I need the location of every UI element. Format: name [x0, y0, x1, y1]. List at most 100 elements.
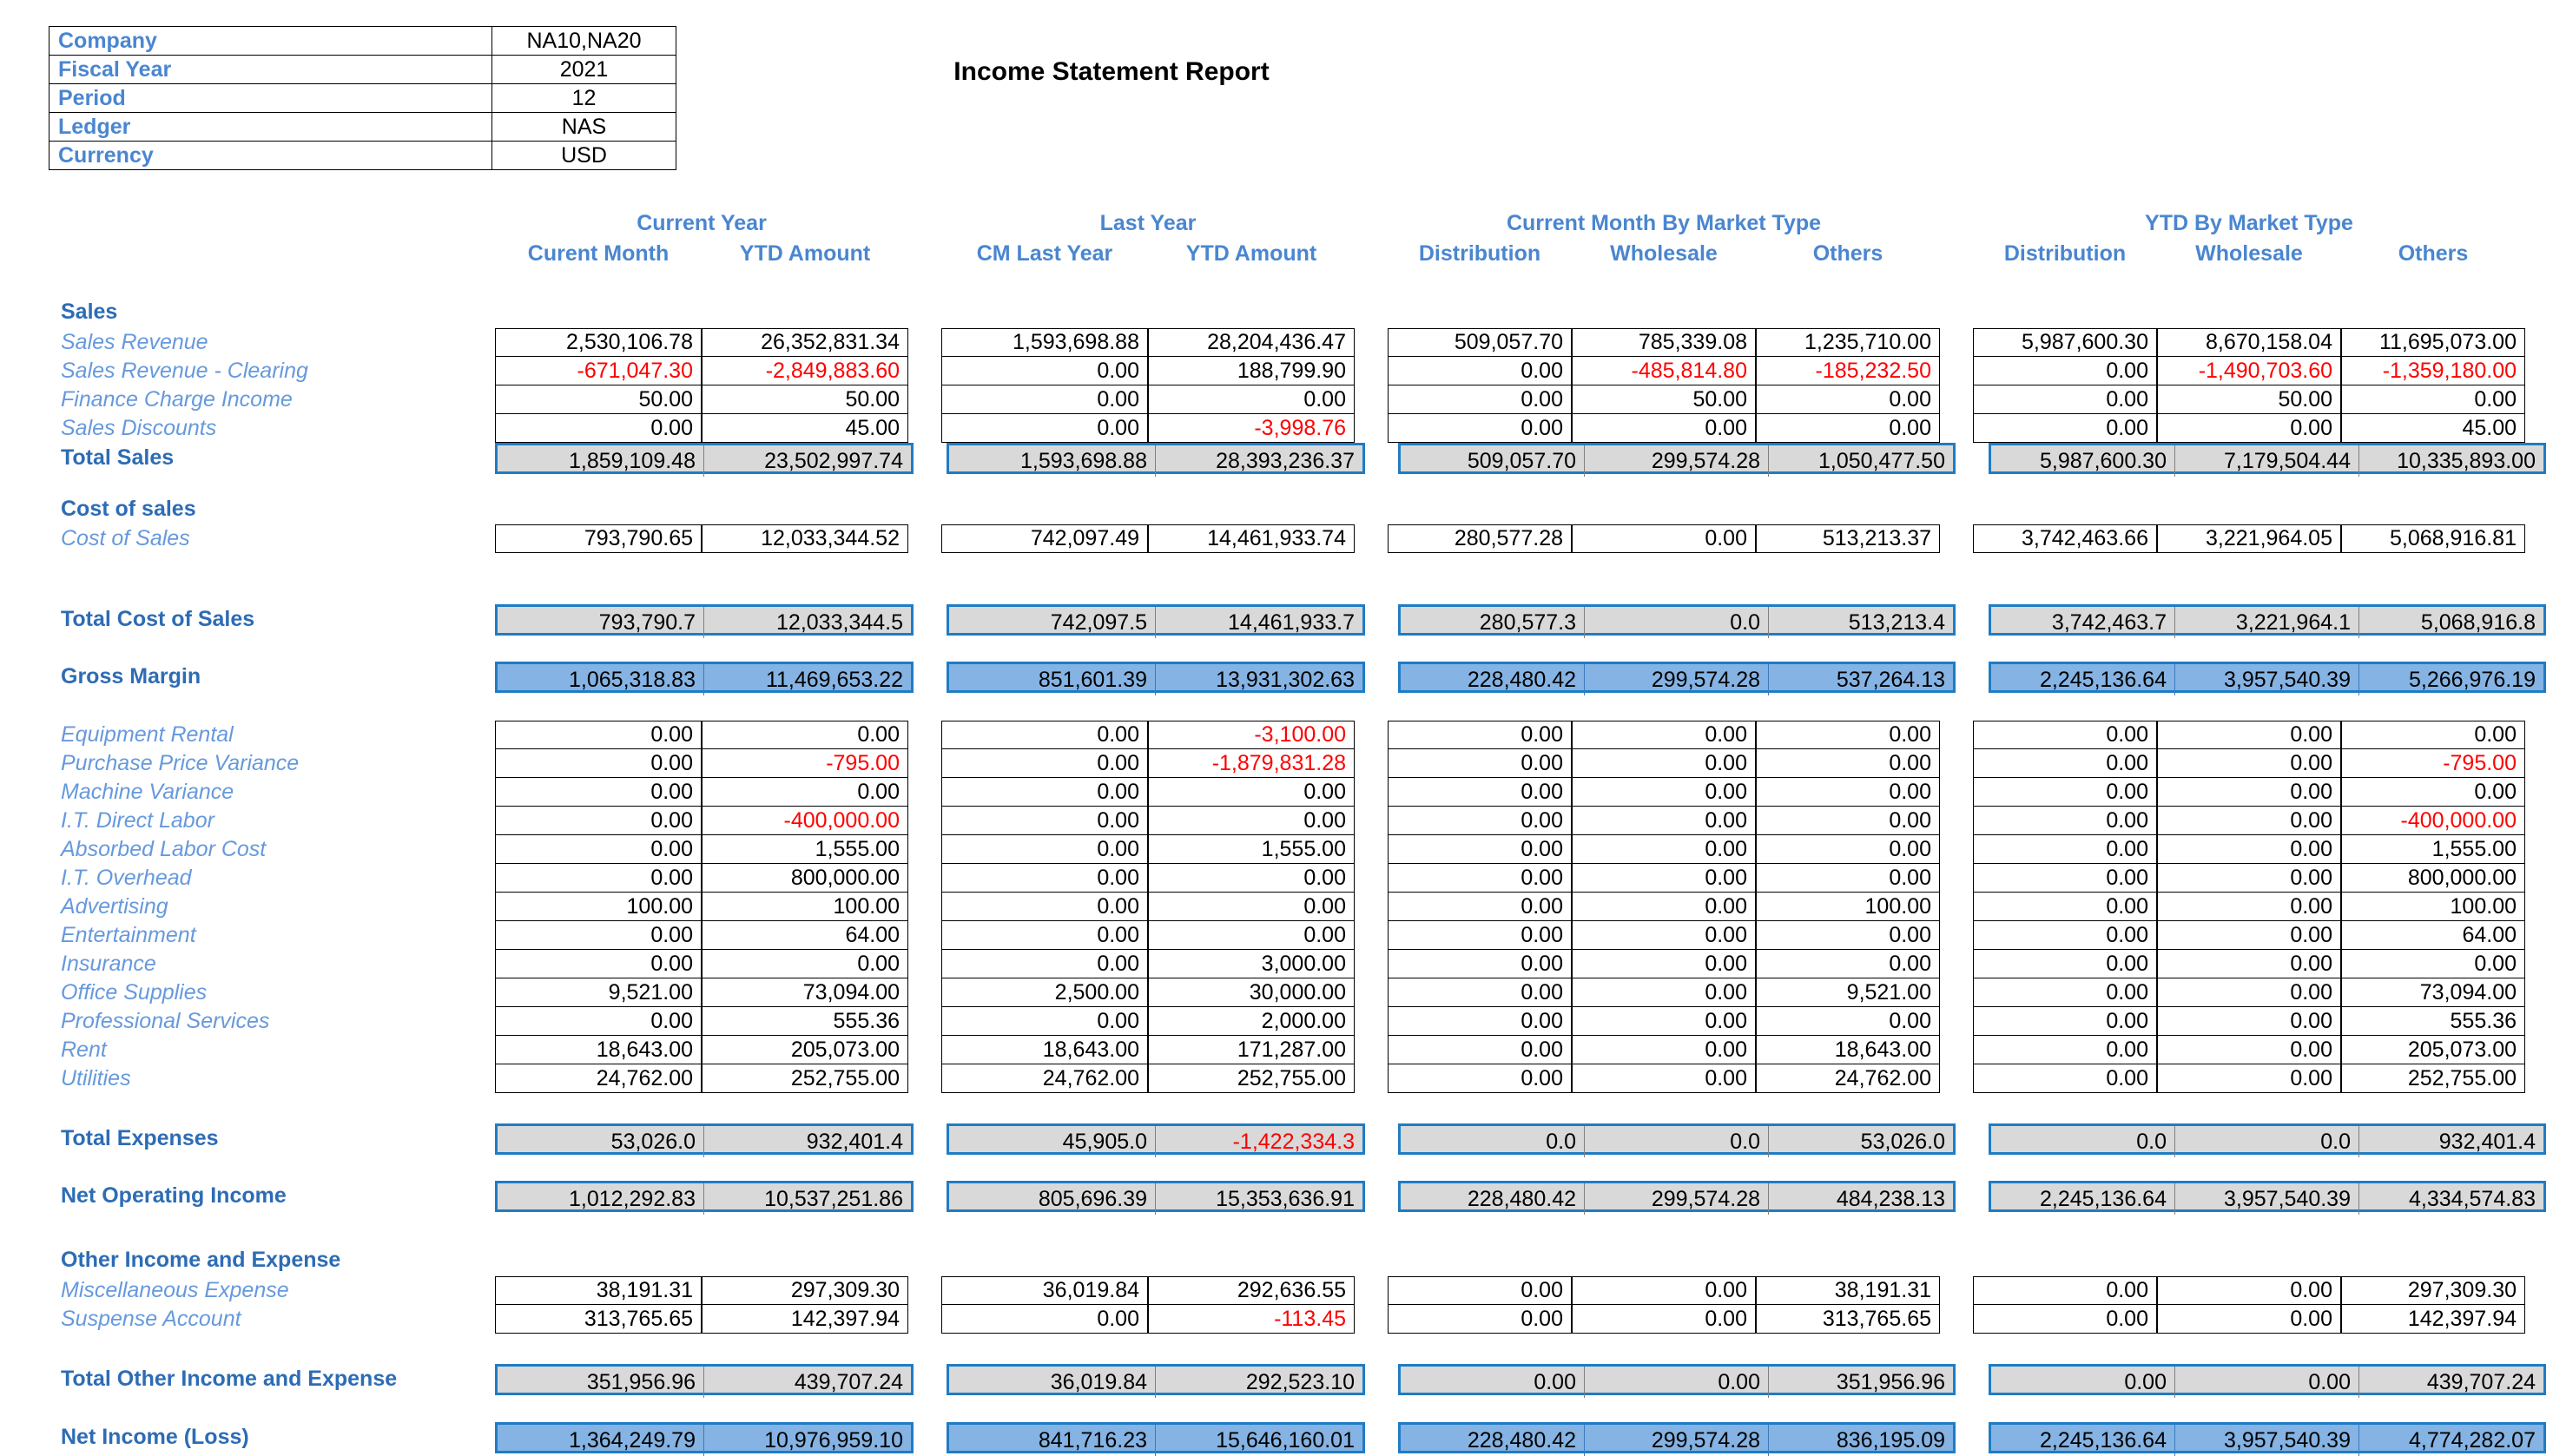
table-cell: 0.0 [1585, 607, 1769, 638]
table-cell: 0.00 [2157, 749, 2341, 778]
table-cell: 0.00 [1973, 950, 2157, 978]
column-group-gap [1355, 414, 1388, 443]
column-group-gap [1940, 950, 1973, 978]
table-cell: 0.00 [1388, 807, 1572, 835]
column-group-gap [1940, 721, 1973, 749]
table-cell: 36,019.84 [949, 1367, 1156, 1398]
table-cell: 50.00 [702, 385, 908, 414]
column-group-gap [1355, 1007, 1388, 1036]
table-cell: 537,264.13 [1836, 667, 1945, 692]
table-cell: 252,755.00 [1148, 1064, 1355, 1093]
table-cell: 3,000.00 [1148, 950, 1355, 978]
table-cell: 13,931,302.63 [1216, 667, 1355, 692]
table-row: 100.00 100.00 0.00 0.00 0.00 0.00 100.00 0.00 0.… [495, 893, 2525, 921]
table-cell: 3,957,540.39 [2175, 664, 2359, 695]
row-label: Utilities [61, 1065, 131, 1090]
table-row: 0.00 0.00 0.00 0.00 0.00 0.00 0.00 0.00 0.00 0.00 [495, 778, 2525, 807]
table-cell: 3,742,463.66 [1973, 524, 2157, 553]
row-label: I.T. Direct Labor [61, 807, 214, 833]
row-group: 100.00 100.00 [495, 893, 908, 921]
table-cell: 0.00 [1388, 414, 1572, 443]
table-cell: 0.0 [1401, 1126, 1585, 1157]
table-cell: 0.0 [2175, 1126, 2359, 1157]
table-cell: 0.00 [1388, 721, 1572, 749]
table-row: 0.00 0.00 0.00 3,000.00 0.00 0.00 0.00 0.00 0.00… [495, 950, 2525, 978]
parameter-value: USD [491, 141, 676, 170]
table-cell: 0.00 [1973, 1036, 2157, 1064]
table-row: 1,859,109.48 23,502,997.74 1,593,698.88 28,… [495, 443, 2546, 477]
row-group: 2,245,136.64 3,957,540.39 4,334,574.83 [1989, 1181, 2546, 1215]
table-cell: 0.00 [702, 721, 908, 749]
table-cell: 5,068,916.81 [2341, 524, 2525, 553]
table-cell: 53,026.0 [498, 1126, 704, 1157]
column-group-gap [1355, 1305, 1388, 1334]
table-cell: 0.00 [1756, 778, 1940, 807]
table-row: 351,956.96 439,707.24 36,019.84 292,523.10 0… [495, 1364, 2546, 1398]
column-group-gap [1940, 385, 1973, 414]
column-group-gap [1940, 1064, 1973, 1093]
table-cell: 188,799.90 [1148, 357, 1355, 385]
table-cell: 142,397.94 [702, 1305, 908, 1334]
column-group-gap [908, 524, 941, 553]
table-row: 313,765.65 142,397.94 0.00 -113.45 0.00 0.00 3… [495, 1305, 2525, 1334]
table-cell: 28,393,236.37 [1216, 448, 1355, 473]
row-group: 0.00 555.36 [495, 1007, 908, 1036]
table-cell: 932,401.4 [2438, 1129, 2536, 1154]
parameter-row: Company NA10,NA20 [49, 26, 676, 56]
table-row: 0.00 1,555.00 0.00 1,555.00 0.00 0.00 0.00 0.00… [495, 835, 2525, 864]
table-cell: 793,790.65 [495, 524, 702, 553]
table-cell: 0.00 [1756, 835, 1940, 864]
table-cell: 228,480.42 [1401, 664, 1585, 695]
table-cell: 0.00 [495, 414, 702, 443]
column-group-gap [1355, 807, 1388, 835]
table-cell: 1,593,698.88 [941, 328, 1148, 357]
row-label: Sales Discounts [61, 415, 217, 440]
table-cell: 0.00 [1973, 749, 2157, 778]
row-group: 0.00 0.00 0.00 [1388, 414, 1940, 443]
row-group: 0.00 -400,000.00 [495, 807, 908, 835]
table-cell: 0.00 [1572, 978, 1756, 1007]
table-cell: 5,266,976.19 [2409, 667, 2536, 692]
table-cell: 0.00 [1756, 921, 1940, 950]
row-group: 0.00 0.00 9,521.00 [1388, 978, 1940, 1007]
row-group: 1,593,698.88 28,204,436.47 [941, 328, 1355, 357]
table-cell: 11,695,073.00 [2341, 328, 2525, 357]
row-group: 0.00 0.00 800,000.00 [1973, 864, 2525, 893]
row-group: 45,905.0 -1,422,334.3 [947, 1123, 1365, 1157]
row-group: 18,643.00 171,287.00 [941, 1036, 1355, 1064]
table-cell: 5,987,600.30 [1991, 445, 2175, 477]
table-row: 0.00 -795.00 0.00 -1,879,831.28 0.00 0.00 0.00… [495, 749, 2525, 778]
table-row: 793,790.65 12,033,344.52 742,097.49 14,461,… [495, 524, 2525, 553]
column-group-gap [1355, 328, 1388, 357]
row-group: 0.00 0.00 100.00 [1973, 893, 2525, 921]
column-group-gap [1365, 443, 1398, 474]
table-cell: 313,765.65 [495, 1305, 702, 1334]
table-cell: -795.00 [2341, 749, 2525, 778]
column-header: CM Last Year [976, 241, 1113, 266]
column-group-gap [1956, 443, 1989, 474]
table-cell: -113.45 [1148, 1305, 1355, 1334]
column-group-gap [1940, 864, 1973, 893]
table-cell: 2,530,106.78 [495, 328, 702, 357]
table-cell: 0.00 [2157, 978, 2341, 1007]
row-group: 36,019.84 292,636.55 [941, 1276, 1355, 1305]
parameter-value: NA10,NA20 [491, 26, 676, 56]
table-cell: 0.00 [2157, 1305, 2341, 1334]
row-group: 2,245,136.64 3,957,540.39 4,774,282.07 [1989, 1422, 2546, 1456]
table-cell: 0.00 [941, 778, 1148, 807]
column-group-gap [1365, 662, 1398, 693]
column-group-gap [1940, 1007, 1973, 1036]
table-cell: 2,000.00 [1148, 1007, 1355, 1036]
table-cell: 1,593,698.88 [949, 445, 1156, 477]
table-cell: 64.00 [2341, 921, 2525, 950]
row-group: 0.00 0.00 0.00 [1388, 921, 1940, 950]
row-group: 313,765.65 142,397.94 [495, 1305, 908, 1334]
column-header: Others [2398, 241, 2469, 266]
table-cell: 14,461,933.7 [1228, 609, 1355, 635]
row-group: 0.00 0.00 38,191.31 [1388, 1276, 1940, 1305]
row-group: 509,057.70 299,574.28 1,050,477.50 [1398, 443, 1956, 477]
table-cell: -185,232.50 [1756, 357, 1940, 385]
table-cell: 0.00 [1973, 721, 2157, 749]
column-group-header: Last Year [1099, 211, 1197, 235]
row-group: 24,762.00 252,755.00 [941, 1064, 1355, 1093]
